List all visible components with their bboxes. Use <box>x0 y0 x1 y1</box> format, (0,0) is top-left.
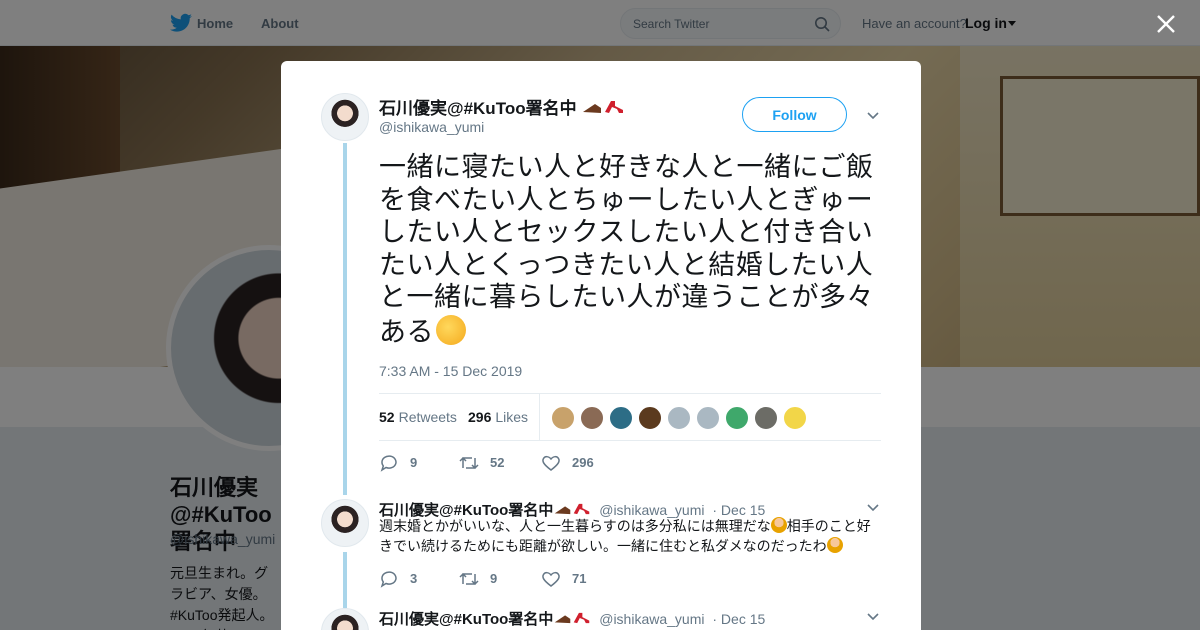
author-avatar[interactable] <box>321 93 369 141</box>
reply-author-avatar[interactable] <box>321 499 369 547</box>
reply-author-name[interactable]: 石川優実@#KuToo署名中 <box>379 611 553 628</box>
tweet-actions: 9 52 296 <box>379 453 779 473</box>
high-heel-emoji-icon <box>555 503 590 515</box>
likes-stat[interactable]: 296 Likes <box>468 409 528 425</box>
retweets-count: 52 <box>379 409 395 425</box>
author-name[interactable]: 石川優実@#KuToo署名中 <box>379 94 625 119</box>
high-heel-emoji-icon <box>583 101 624 113</box>
author-name-text: 石川優実@#KuToo署名中 <box>379 99 577 118</box>
liker-avatar[interactable] <box>783 406 807 430</box>
retweet-count: 52 <box>490 455 505 470</box>
reply-header: 石川優実@#KuToo署名中 @ishikawa_yumi · Dec 15 <box>379 608 765 629</box>
chevron-down-icon[interactable] <box>867 504 879 512</box>
liker-avatar[interactable] <box>638 406 662 430</box>
reply-author-handle[interactable]: @ishikawa_yumi <box>599 502 704 518</box>
reply-author-avatar[interactable] <box>321 608 369 630</box>
person-shrugging-emoji-icon <box>826 537 843 553</box>
reply-icon <box>380 571 397 588</box>
tweet-modal: 石川優実@#KuToo署名中 @ishikawa_yumi Follow 一緒に… <box>281 61 921 630</box>
chevron-down-icon[interactable] <box>867 112 879 120</box>
tweet-timestamp[interactable]: 7:33 AM - 15 Dec 2019 <box>379 363 522 379</box>
liker-avatar[interactable] <box>551 406 575 430</box>
like-count: 296 <box>572 455 594 470</box>
liker-avatar[interactable] <box>667 406 691 430</box>
reply-date[interactable]: · Dec 15 <box>712 502 765 518</box>
likes-label: Likes <box>495 409 529 425</box>
reply-actions: 3 9 71 <box>379 569 779 589</box>
liker-avatar[interactable] <box>696 406 720 430</box>
likes-count: 296 <box>468 409 492 425</box>
chevron-down-icon[interactable] <box>867 613 879 621</box>
heart-icon <box>542 571 560 587</box>
reply-count: 3 <box>410 571 418 586</box>
reply-icon <box>380 455 397 472</box>
close-icon[interactable] <box>1156 14 1176 34</box>
retweet-count: 9 <box>490 571 498 586</box>
retweets-label: Retweets <box>398 409 457 425</box>
person-shrugging-emoji-icon <box>770 517 787 533</box>
reply-author-handle[interactable]: @ishikawa_yumi <box>599 611 704 627</box>
thread-line <box>343 552 347 608</box>
follow-button[interactable]: Follow <box>742 97 847 132</box>
liker-avatar[interactable] <box>754 406 778 430</box>
retweet-icon <box>459 572 479 586</box>
high-heel-emoji-icon <box>555 612 590 624</box>
reply-text-part-a: 週末婚とかがいいな、人と一生暮らすのは多分私には無理だな <box>379 519 771 535</box>
author-handle[interactable]: @ishikawa_yumi <box>379 119 484 135</box>
thread-line <box>343 143 347 495</box>
reply-text: 週末婚とかがいいな、人と一生暮らすのは多分私には無理だな 相手のこと好きでい続ける… <box>379 517 879 557</box>
like-count: 71 <box>572 571 587 586</box>
heart-icon <box>542 455 560 471</box>
reply-date[interactable]: · Dec 15 <box>712 611 765 627</box>
tweet-text: 一緒に寝たい人と好きな人と一緒にご飯を食べたい人とちゅーしたい人とぎゅーしたい人… <box>379 152 884 349</box>
liker-avatar[interactable] <box>725 406 749 430</box>
liker-avatar[interactable] <box>609 406 633 430</box>
reply-count: 9 <box>410 455 418 470</box>
thinking-face-emoji-icon <box>436 314 466 345</box>
tweet-stats: 52 Retweets 296 Likes <box>379 393 881 441</box>
liker-avatar[interactable] <box>580 406 604 430</box>
stats-divider <box>539 394 540 441</box>
retweet-icon <box>459 456 479 470</box>
retweets-stat[interactable]: 52 Retweets <box>379 409 457 425</box>
